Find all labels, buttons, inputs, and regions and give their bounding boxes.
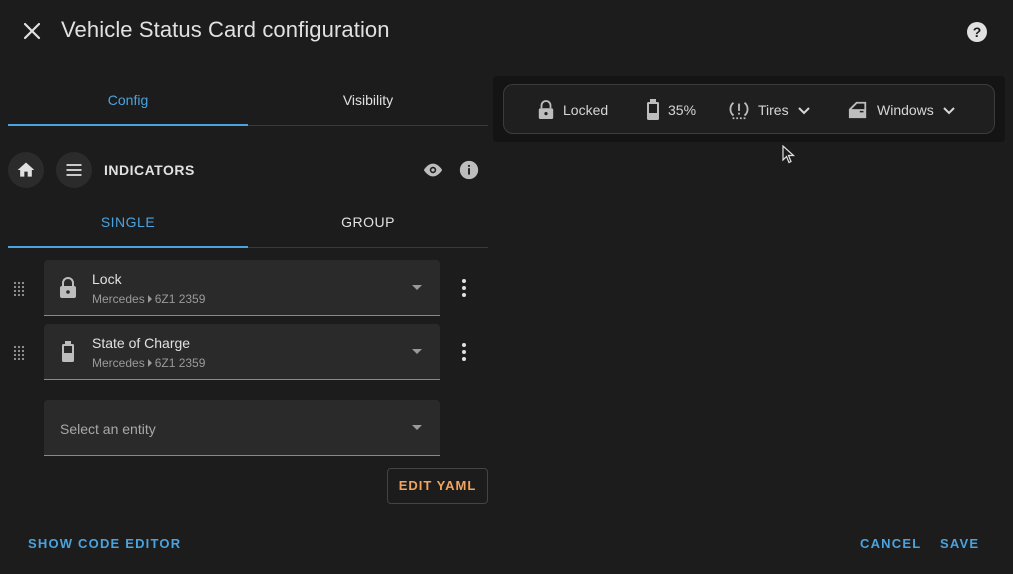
entity-name: Lock	[92, 271, 122, 287]
entity-context: Mercedes 6Z1 2359	[92, 356, 205, 370]
car-door-icon	[848, 101, 867, 119]
home-button[interactable]	[8, 152, 44, 188]
dropdown-arrow-icon	[412, 349, 422, 354]
entity-picker-placeholder: Select an entity	[60, 421, 156, 437]
battery-icon	[647, 99, 659, 120]
indicator-tires[interactable]: Tires	[728, 85, 811, 135]
lock-icon	[538, 100, 554, 119]
chevron-down-icon	[943, 107, 955, 115]
edit-yaml-button[interactable]: EDIT YAML	[387, 468, 488, 504]
save-button[interactable]: SAVE	[940, 536, 979, 551]
tab-single[interactable]: SINGLE	[8, 198, 248, 248]
new-entity-row: Select an entity	[0, 400, 490, 456]
chevron-right-icon	[147, 295, 152, 303]
entity-picker-lock[interactable]: Lock Mercedes 6Z1 2359	[44, 260, 440, 316]
lock-icon	[58, 276, 78, 300]
entity-picker-state-of-charge[interactable]: State of Charge Mercedes 6Z1 2359	[44, 324, 440, 380]
entity-row: Lock Mercedes 6Z1 2359	[0, 260, 490, 316]
dropdown-arrow-icon	[412, 285, 422, 290]
eye-icon[interactable]	[421, 158, 445, 182]
chevron-right-icon	[147, 359, 152, 367]
drag-handle-icon[interactable]	[12, 344, 28, 361]
tab-group[interactable]: GROUP	[248, 198, 488, 247]
vehicle-status-card: Locked 35% Tires Windows	[503, 84, 995, 134]
entity-area: 6Z1 2359	[154, 292, 206, 306]
more-options-icon[interactable]	[452, 340, 476, 364]
cancel-button[interactable]: CANCEL	[860, 536, 921, 551]
home-icon	[17, 162, 35, 177]
entity-device: Mercedes	[92, 292, 145, 306]
indicator-label: Tires	[758, 102, 789, 118]
info-icon[interactable]	[457, 158, 481, 182]
dropdown-arrow-icon	[412, 425, 422, 430]
indicator-type-tabs: SINGLE GROUP	[8, 198, 488, 248]
svg-text:?: ?	[973, 24, 982, 40]
entity-context: Mercedes 6Z1 2359	[92, 292, 205, 306]
indicator-label: Locked	[563, 102, 609, 118]
indicator-lock[interactable]: Locked	[537, 85, 608, 135]
indicator-battery[interactable]: 35%	[646, 85, 696, 135]
editor-tabs: Config Visibility	[8, 76, 488, 126]
menu-button[interactable]	[56, 152, 92, 188]
indicator-label: 35%	[668, 102, 697, 118]
entity-row: State of Charge Mercedes 6Z1 2359	[0, 324, 490, 380]
indicator-label: Windows	[877, 102, 934, 118]
dialog-header: Vehicle Status Card configuration ?	[0, 0, 1013, 62]
tab-visibility[interactable]: Visibility	[248, 76, 488, 125]
help-icon[interactable]: ?	[965, 20, 989, 44]
entity-area: 6Z1 2359	[154, 356, 206, 370]
tire-alert-icon	[729, 101, 749, 120]
close-icon[interactable]	[20, 19, 44, 43]
show-code-editor-button[interactable]: SHOW CODE EDITOR	[28, 536, 181, 551]
section-title: INDICATORS	[104, 162, 195, 178]
entity-name: State of Charge	[92, 335, 191, 351]
battery-icon	[58, 340, 78, 364]
drag-handle-icon[interactable]	[12, 280, 28, 297]
entity-picker-new[interactable]: Select an entity	[44, 400, 440, 456]
tab-config[interactable]: Config	[8, 76, 248, 126]
dialog-title: Vehicle Status Card configuration	[61, 17, 390, 42]
more-options-icon[interactable]	[452, 276, 476, 300]
card-preview: Locked 35% Tires Windows	[493, 76, 1005, 142]
chevron-down-icon	[797, 107, 810, 115]
indicator-windows[interactable]: Windows	[847, 85, 956, 135]
section-toolbar: INDICATORS	[8, 150, 488, 190]
entity-device: Mercedes	[92, 356, 145, 370]
mouse-cursor-icon	[782, 144, 796, 165]
menu-icon	[66, 164, 82, 176]
